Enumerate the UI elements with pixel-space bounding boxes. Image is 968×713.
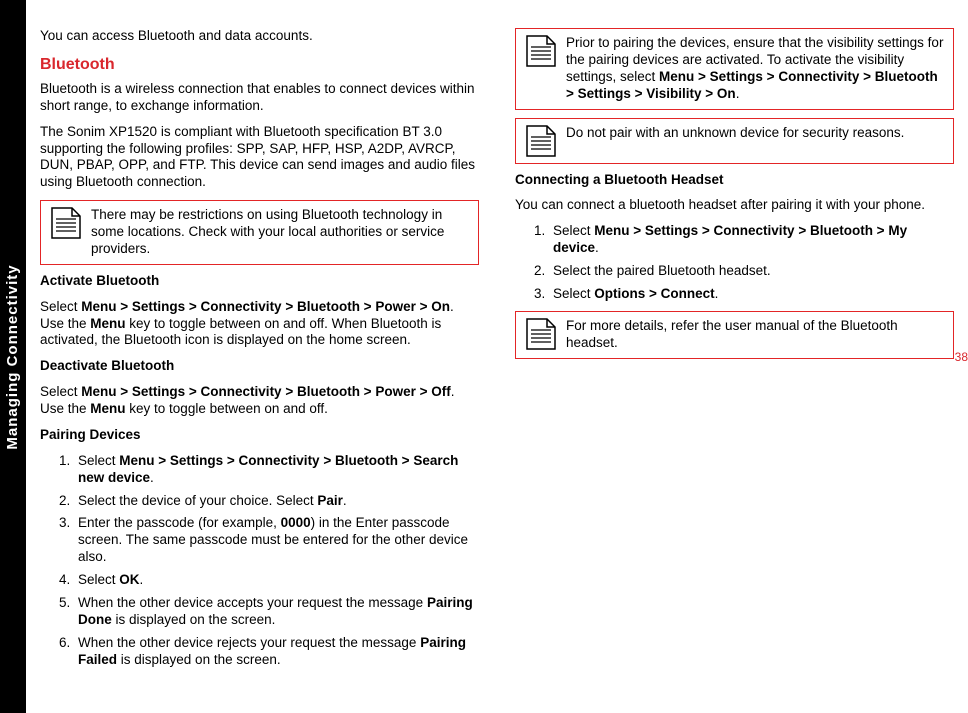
pairing-list: Select Menu > Settings > Connectivity > … (40, 453, 479, 669)
page-number: 38 (955, 350, 968, 364)
note-box: Do not pair with an unknown device for s… (515, 118, 954, 164)
note-icon (516, 29, 566, 73)
note-icon (516, 312, 566, 356)
list-item: Enter the passcode (for example, 0000) i… (74, 515, 479, 566)
list-item: When the other device accepts your reque… (74, 595, 479, 629)
note-box: Prior to pairing the devices, ensure tha… (515, 28, 954, 110)
note-text: Prior to pairing the devices, ensure tha… (566, 29, 953, 109)
side-label: Managing Connectivity (4, 264, 21, 449)
intro-paragraph: You can access Bluetooth and data accoun… (40, 28, 479, 45)
list-item: Select Options > Connect. (549, 286, 954, 303)
heading-pairing: Pairing Devices (40, 427, 479, 444)
heading-activate: Activate Bluetooth (40, 273, 479, 290)
note-text: Do not pair with an unknown device for s… (566, 119, 953, 148)
heading-deactivate: Deactivate Bluetooth (40, 358, 479, 375)
list-item: Select the paired Bluetooth headset. (549, 263, 954, 280)
list-item: Select OK. (74, 572, 479, 589)
note-box: There may be restrictions on using Bluet… (40, 200, 479, 265)
note-text: There may be restrictions on using Bluet… (91, 201, 478, 264)
list-item: Select the device of your choice. Select… (74, 493, 479, 510)
heading-bluetooth: Bluetooth (40, 55, 479, 75)
note-text: For more details, refer the user manual … (566, 312, 953, 358)
list-item: When the other device rejects your reque… (74, 635, 479, 669)
activate-paragraph: Select Menu > Settings > Connectivity > … (40, 299, 479, 350)
bt-spec: The Sonim XP1520 is compliant with Bluet… (40, 124, 479, 192)
list-item: Select Menu > Settings > Connectivity > … (549, 223, 954, 257)
bt-intro: Bluetooth is a wireless connection that … (40, 81, 479, 115)
side-stripe: Managing Connectivity (0, 0, 26, 713)
note-icon (516, 119, 566, 163)
headset-list: Select Menu > Settings > Connectivity > … (515, 223, 954, 303)
list-item: Select Menu > Settings > Connectivity > … (74, 453, 479, 487)
page-content: You can access Bluetooth and data accoun… (40, 28, 954, 685)
heading-headset: Connecting a Bluetooth Headset (515, 172, 954, 189)
note-box: For more details, refer the user manual … (515, 311, 954, 359)
headset-paragraph: You can connect a bluetooth headset afte… (515, 197, 954, 214)
note-icon (41, 201, 91, 245)
deactivate-paragraph: Select Menu > Settings > Connectivity > … (40, 384, 479, 418)
